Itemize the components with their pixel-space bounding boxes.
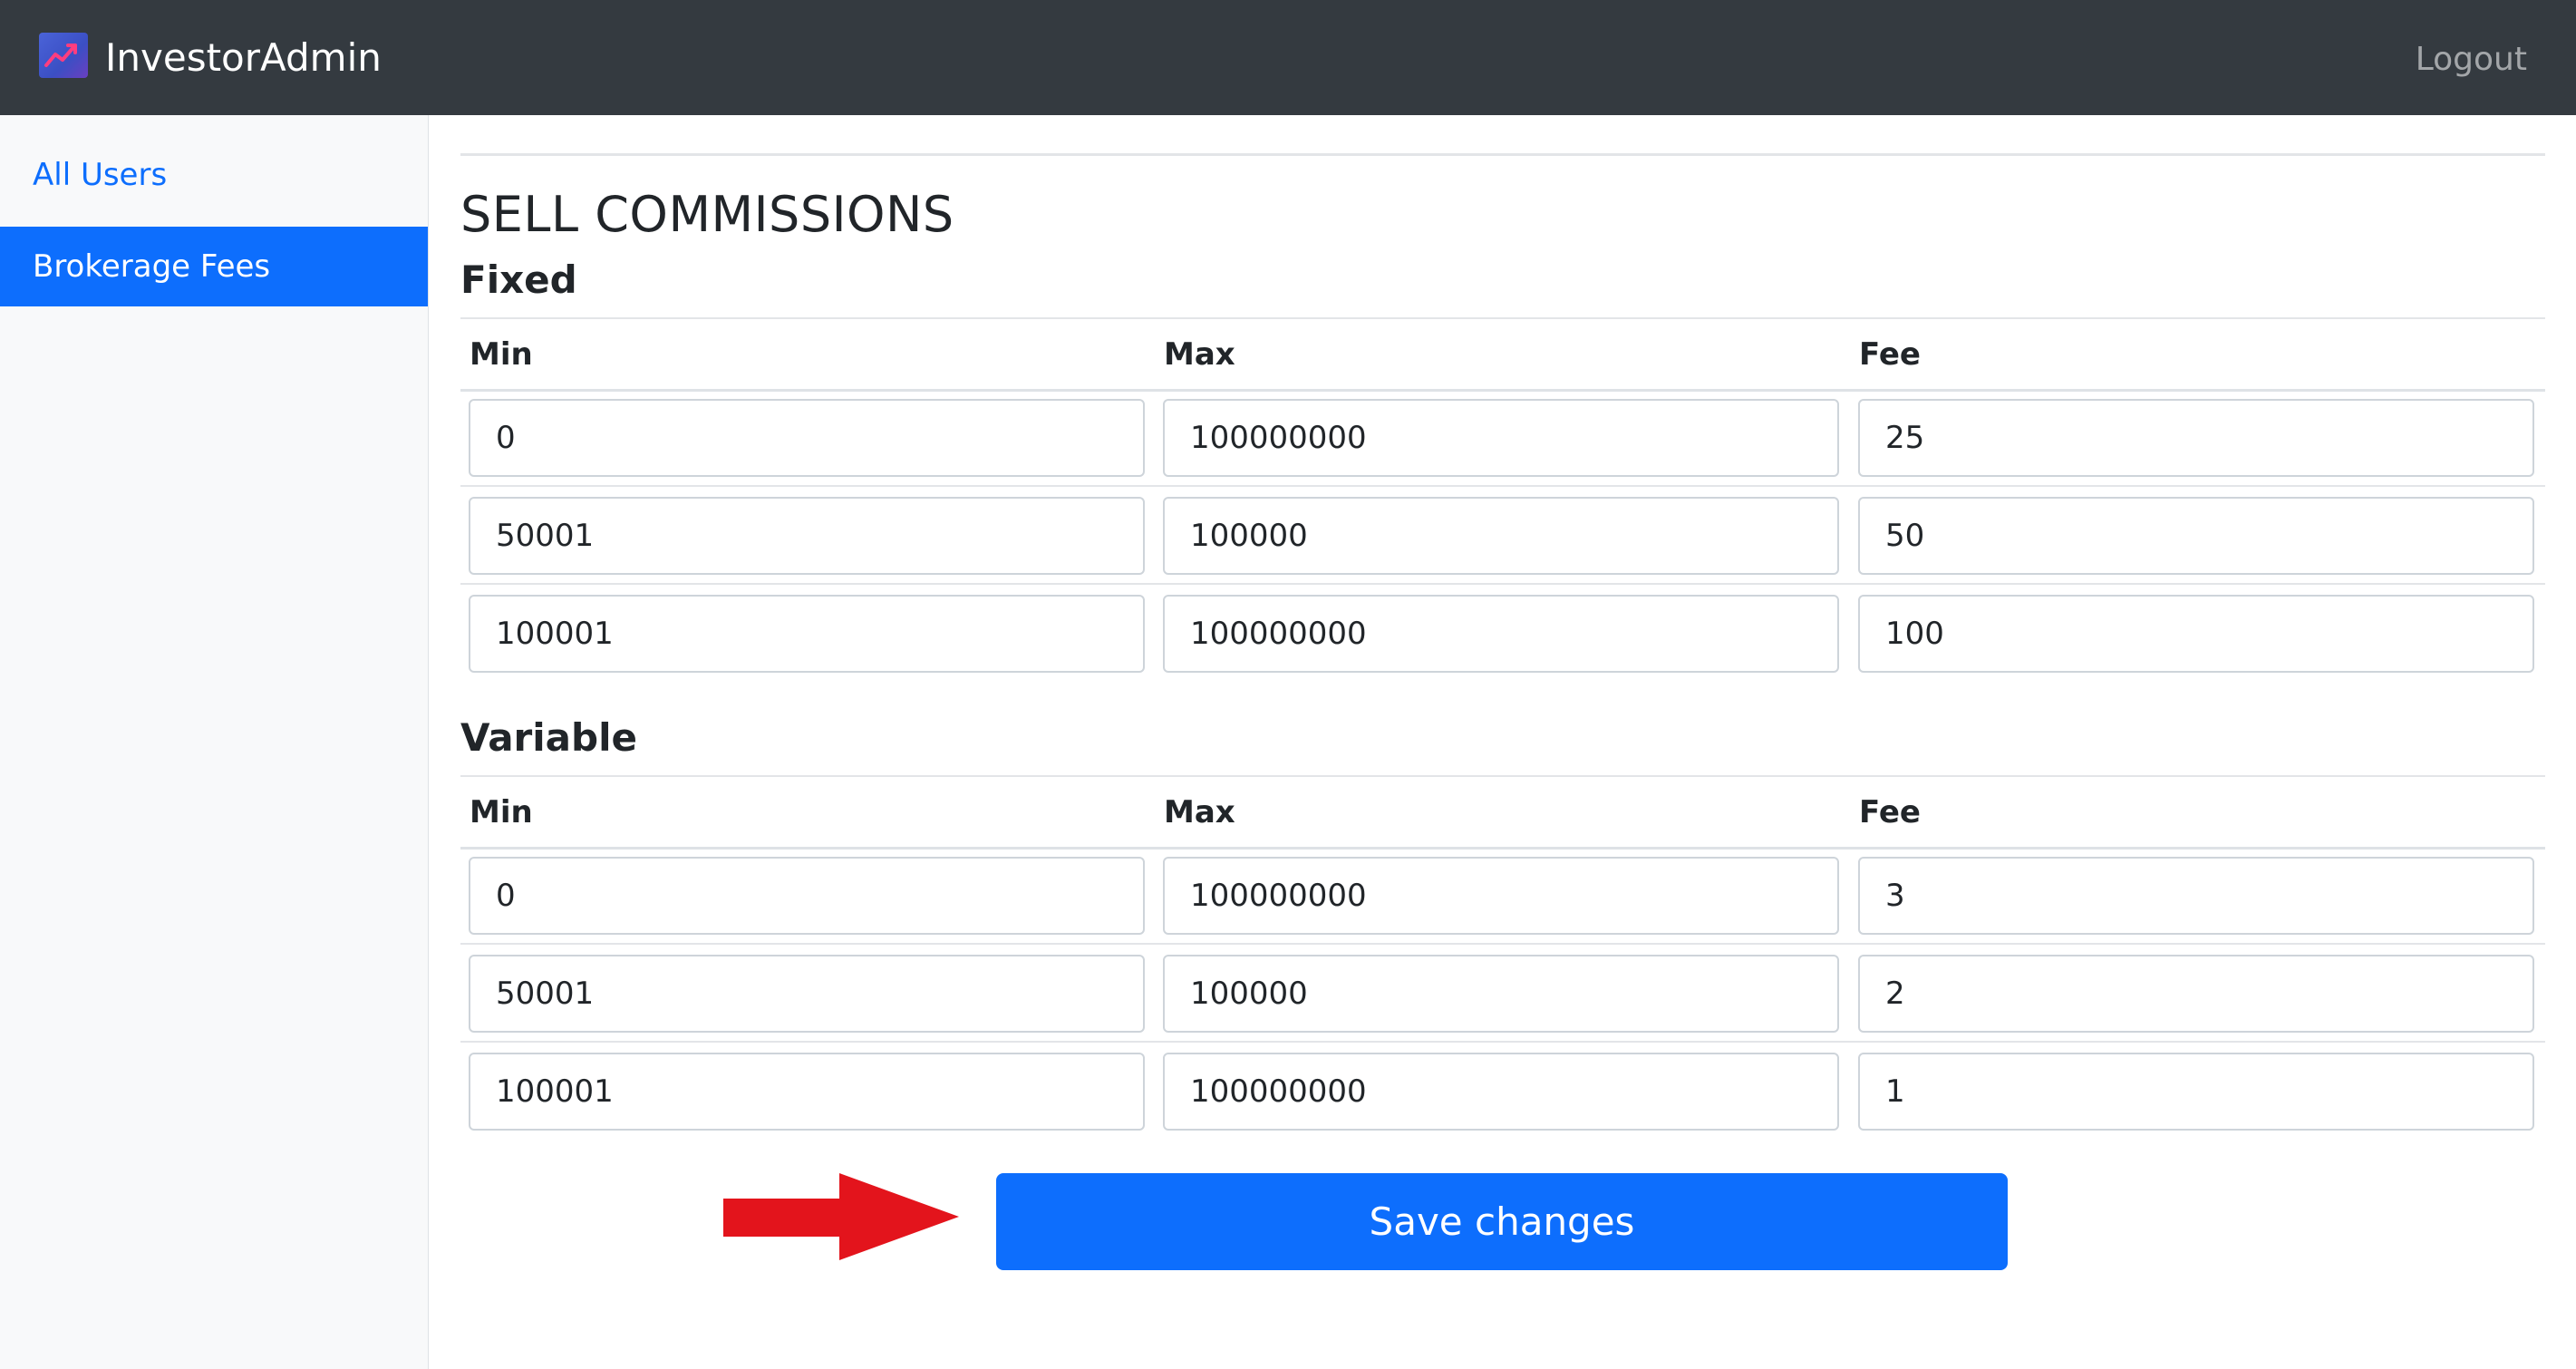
section-title-fixed: Fixed: [460, 257, 577, 302]
column-header-fee: Fee: [1859, 336, 1921, 373]
sidebar-item-all-users[interactable]: All Users: [0, 135, 428, 215]
table-header-rule: [460, 389, 2545, 392]
column-header-max: Max: [1164, 794, 1235, 830]
section-title-variable: Variable: [460, 715, 637, 760]
logout-link[interactable]: Logout: [2416, 38, 2527, 82]
fixed-min-input-3[interactable]: [469, 595, 1145, 673]
sidebar: All Users Brokerage Fees: [0, 115, 429, 1369]
variable-max-input-2[interactable]: [1163, 955, 1839, 1033]
column-header-min: Min: [470, 336, 533, 373]
variable-fee-input-2[interactable]: [1858, 955, 2534, 1033]
variable-min-input-2[interactable]: [469, 955, 1145, 1033]
main-content: SELL COMMISSIONS Fixed Min Max Fee Varia…: [460, 115, 2545, 1369]
red-arrow-icon: [723, 1173, 959, 1260]
variable-fee-input-3[interactable]: [1858, 1053, 2534, 1131]
fixed-max-input-1[interactable]: [1163, 399, 1839, 477]
table-top-rule: [460, 317, 2545, 319]
sidebar-item-brokerage-fees[interactable]: Brokerage Fees: [0, 227, 428, 306]
row-divider: [460, 485, 2545, 487]
fixed-fee-input-3[interactable]: [1858, 595, 2534, 673]
variable-min-input-1[interactable]: [469, 857, 1145, 935]
column-header-min: Min: [470, 794, 533, 830]
row-divider: [460, 1041, 2545, 1043]
fixed-min-input-1[interactable]: [469, 399, 1145, 477]
fixed-min-input-2[interactable]: [469, 497, 1145, 575]
variable-max-input-1[interactable]: [1163, 857, 1839, 935]
save-changes-button[interactable]: Save changes: [996, 1173, 2008, 1270]
divider: [460, 153, 2545, 156]
fixed-fee-input-2[interactable]: [1858, 497, 2534, 575]
column-header-max: Max: [1164, 336, 1235, 373]
top-navbar: InvestorAdmin Logout: [0, 0, 2576, 115]
table-header-rule: [460, 847, 2545, 850]
fixed-max-input-2[interactable]: [1163, 497, 1839, 575]
fixed-fee-input-1[interactable]: [1858, 399, 2534, 477]
row-divider: [460, 943, 2545, 945]
trend-chart-icon[interactable]: [39, 33, 88, 78]
variable-fee-input-1[interactable]: [1858, 857, 2534, 935]
variable-max-input-3[interactable]: [1163, 1053, 1839, 1131]
brand-name[interactable]: InvestorAdmin: [105, 33, 382, 83]
page-title: SELL COMMISSIONS: [460, 186, 954, 243]
column-header-fee: Fee: [1859, 794, 1921, 830]
table-top-rule: [460, 775, 2545, 777]
variable-min-input-3[interactable]: [469, 1053, 1145, 1131]
fixed-max-input-3[interactable]: [1163, 595, 1839, 673]
row-divider: [460, 583, 2545, 585]
